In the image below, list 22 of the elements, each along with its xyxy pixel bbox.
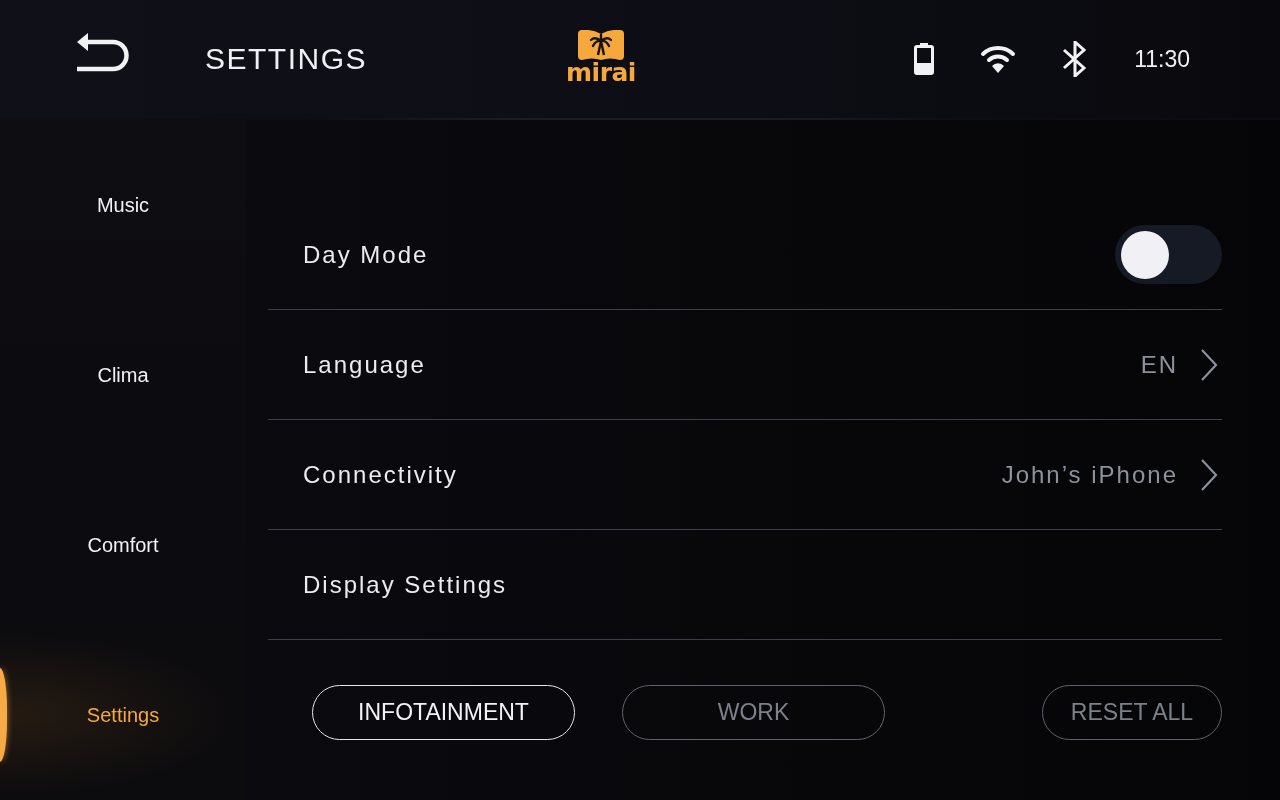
- setting-label: Display Settings: [303, 570, 509, 599]
- sidebar-item[interactable]: Comfort: [0, 460, 246, 630]
- back-button[interactable]: [75, 31, 129, 73]
- setting-label: Day Mode: [303, 240, 430, 269]
- setting-value: John’s iPhone: [1001, 460, 1178, 489]
- wifi-icon: [980, 44, 1017, 74]
- battery-icon: [914, 43, 935, 75]
- page-title: SETTINGS: [205, 42, 367, 76]
- chevron-right-icon[interactable]: [1200, 457, 1218, 492]
- selection-marker-icon: [0, 668, 7, 762]
- sidebar-item[interactable]: Clima: [0, 290, 246, 460]
- clock-time: 11:30: [1134, 45, 1190, 73]
- back-arrow-icon: [75, 31, 129, 73]
- toggle-knob: [1121, 230, 1169, 279]
- chevron-right-icon[interactable]: [1200, 347, 1218, 382]
- setting-value: EN: [1140, 350, 1178, 379]
- palm-tree-logo-icon: [578, 30, 624, 60]
- sidebar-item[interactable]: Music: [0, 120, 246, 290]
- logo-wordmark: mirai: [566, 60, 636, 86]
- setting-label: Connectivity: [303, 460, 459, 489]
- setting-label: Language: [303, 350, 427, 379]
- bluetooth-icon: [1062, 41, 1089, 77]
